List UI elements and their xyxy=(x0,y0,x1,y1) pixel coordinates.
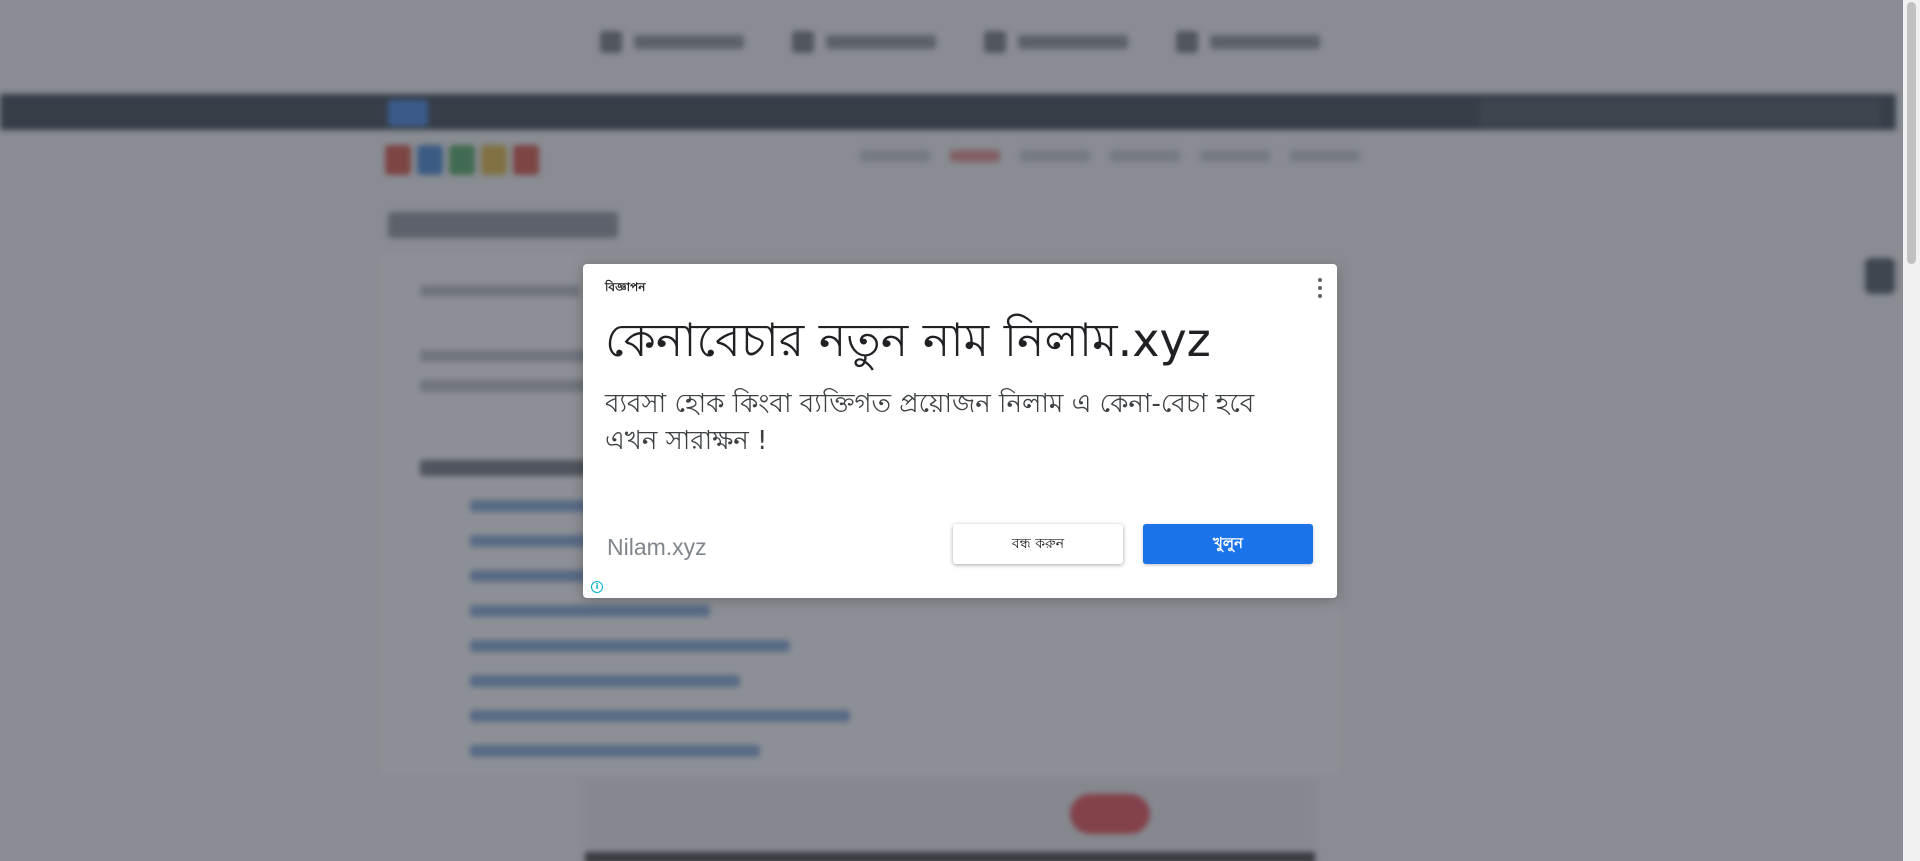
ad-headline[interactable]: কেনাবেচার নতুন নাম নিলাম.xyz xyxy=(605,310,1315,370)
ad-dialog: বিজ্ঞাপন কেনাবেচার নতুন নাম নিলাম.xyz ব্… xyxy=(583,264,1337,598)
ad-label: বিজ্ঞাপন xyxy=(605,280,646,294)
more-vert-icon[interactable] xyxy=(1315,278,1325,298)
info-icon[interactable]: i xyxy=(591,581,603,593)
open-ad-button[interactable]: খুলুন xyxy=(1143,524,1313,564)
scrollbar-thumb[interactable] xyxy=(1907,2,1916,264)
ad-body-text[interactable]: ব্যবসা হোক কিংবা ব্যক্তিগত প্রয়োজন নিলা… xyxy=(605,386,1265,460)
ad-domain[interactable]: Nilam.xyz xyxy=(607,534,707,561)
close-ad-button[interactable]: বন্ধ করুন xyxy=(953,524,1123,564)
page-scrollbar[interactable] xyxy=(1903,0,1920,861)
